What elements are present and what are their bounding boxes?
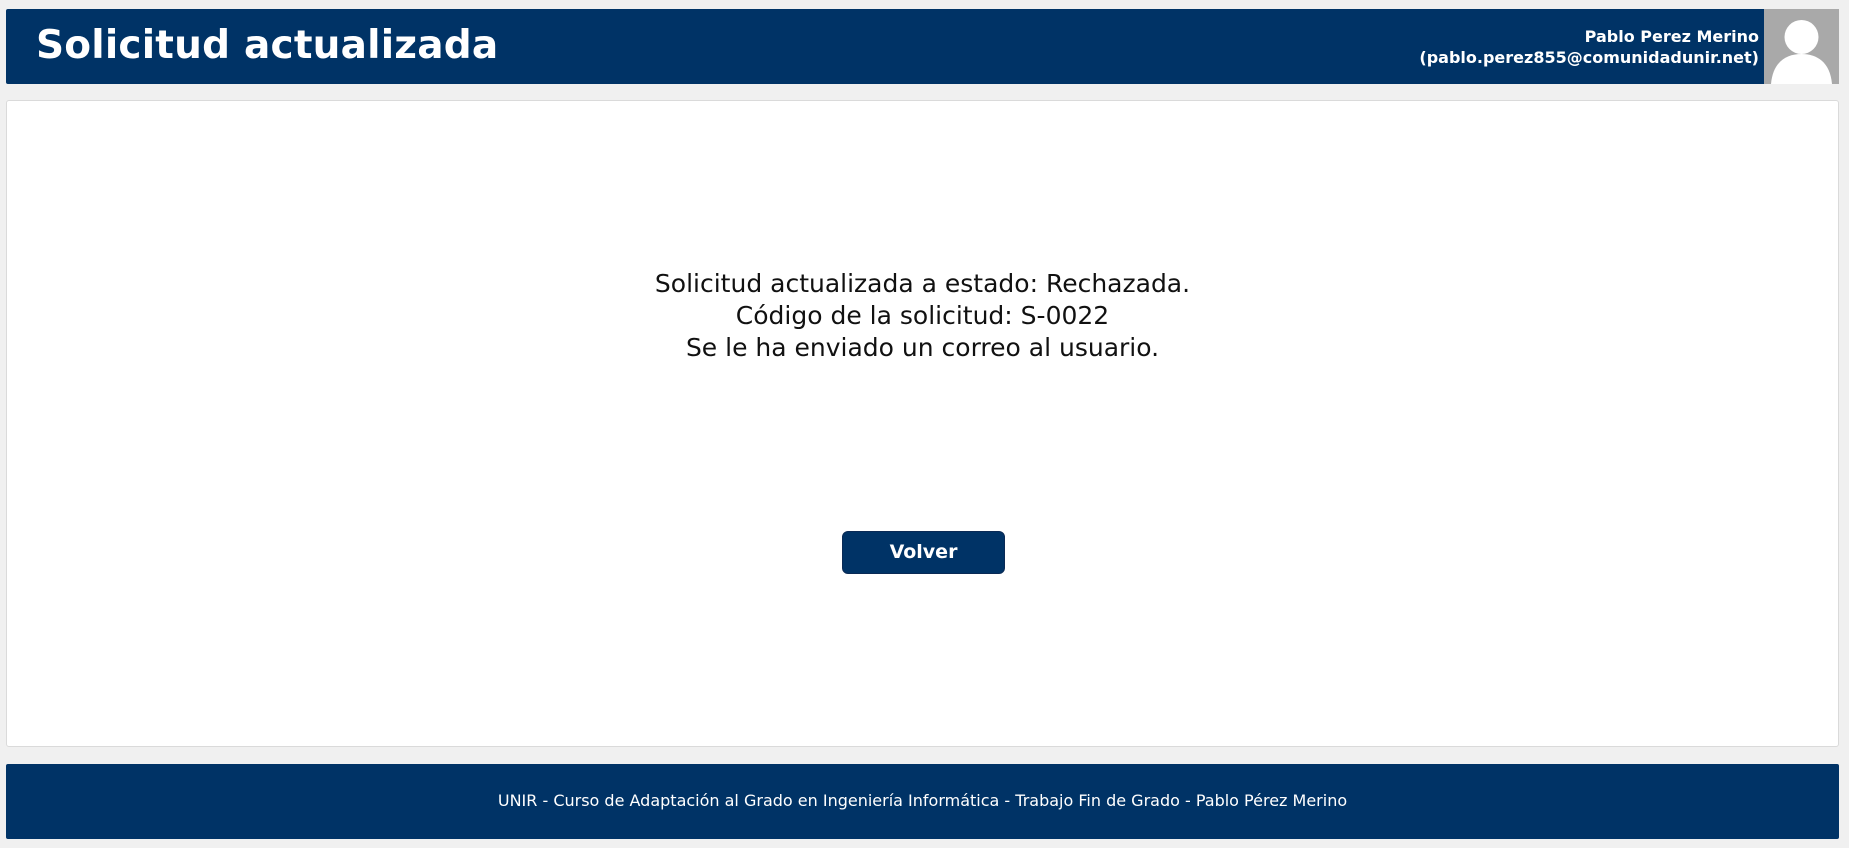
footer-text: UNIR - Curso de Adaptación al Grado en I… (497, 791, 1348, 810)
status-line: Solicitud actualizada a estado: Rechazad… (654, 269, 1191, 298)
email-sent-line: Se le ha enviado un correo al usuario. (685, 333, 1160, 362)
status-message: Solicitud actualizada a estado: Rechazad… (7, 268, 1838, 364)
back-button[interactable]: Volver (842, 531, 1005, 574)
request-code-line: Código de la solicitud: S-0022 (735, 301, 1110, 330)
avatar[interactable] (1764, 9, 1839, 84)
user-info: Pablo Perez Merino (pablo.perez855@comun… (1419, 26, 1759, 68)
main-content-panel: Solicitud actualizada a estado: Rechazad… (6, 100, 1839, 747)
footer-bar: UNIR - Curso de Adaptación al Grado en I… (6, 764, 1839, 839)
user-name: Pablo Perez Merino (1584, 27, 1759, 46)
user-email: (pablo.perez855@comunidadunir.net) (1419, 48, 1759, 67)
top-header-bar: Solicitud actualizada Pablo Perez Merino… (6, 9, 1839, 84)
user-silhouette-icon (1771, 20, 1832, 84)
page-title: Solicitud actualizada (36, 23, 499, 68)
